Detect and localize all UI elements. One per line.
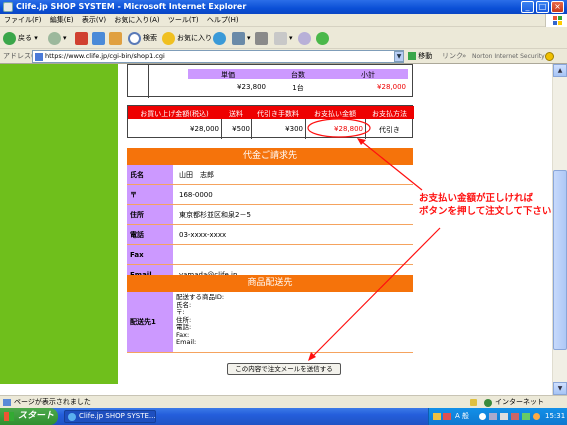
instruction-callout: お支払い金額が正しければ ボタンを押して注文して下さい — [419, 193, 552, 217]
page-done-icon — [3, 399, 11, 406]
scroll-up-button[interactable]: ▲ — [553, 64, 567, 77]
windows-flag-icon — [4, 412, 14, 421]
system-tray: A 般 15:31 — [428, 408, 567, 425]
start-button[interactable]: スタート — [0, 408, 58, 425]
clock[interactable]: 15:31 — [545, 408, 565, 425]
scroll-down-button[interactable]: ▼ — [553, 382, 567, 395]
ime-indicator[interactable]: A 般 — [455, 408, 469, 425]
scroll-thumb[interactable] — [553, 170, 567, 350]
taskbar-ie-window[interactable]: Clife.jp SHOP SYSTE... — [64, 410, 156, 423]
arrow-to-amount — [360, 140, 423, 191]
tray-icon-6[interactable] — [511, 413, 519, 420]
internet-zone-icon — [484, 399, 492, 407]
arrow-to-button — [311, 227, 441, 358]
taskbar: スタート Clife.jp SHOP SYSTE... A 般 15:31 — [0, 408, 567, 425]
tray-icon-2[interactable] — [443, 413, 451, 420]
tray-icon-5[interactable] — [500, 413, 508, 420]
tray-icon-4[interactable] — [489, 413, 497, 420]
ie-icon — [68, 413, 76, 421]
tray-icon-1[interactable] — [433, 413, 441, 420]
tray-icon-7[interactable] — [522, 413, 530, 420]
highlight-ellipse — [307, 118, 371, 138]
network-icon[interactable] — [533, 413, 540, 420]
status-bar: ページが表示されました インターネット — [0, 395, 567, 408]
tray-icon-3[interactable] — [479, 413, 486, 420]
lock-icon — [470, 399, 477, 406]
